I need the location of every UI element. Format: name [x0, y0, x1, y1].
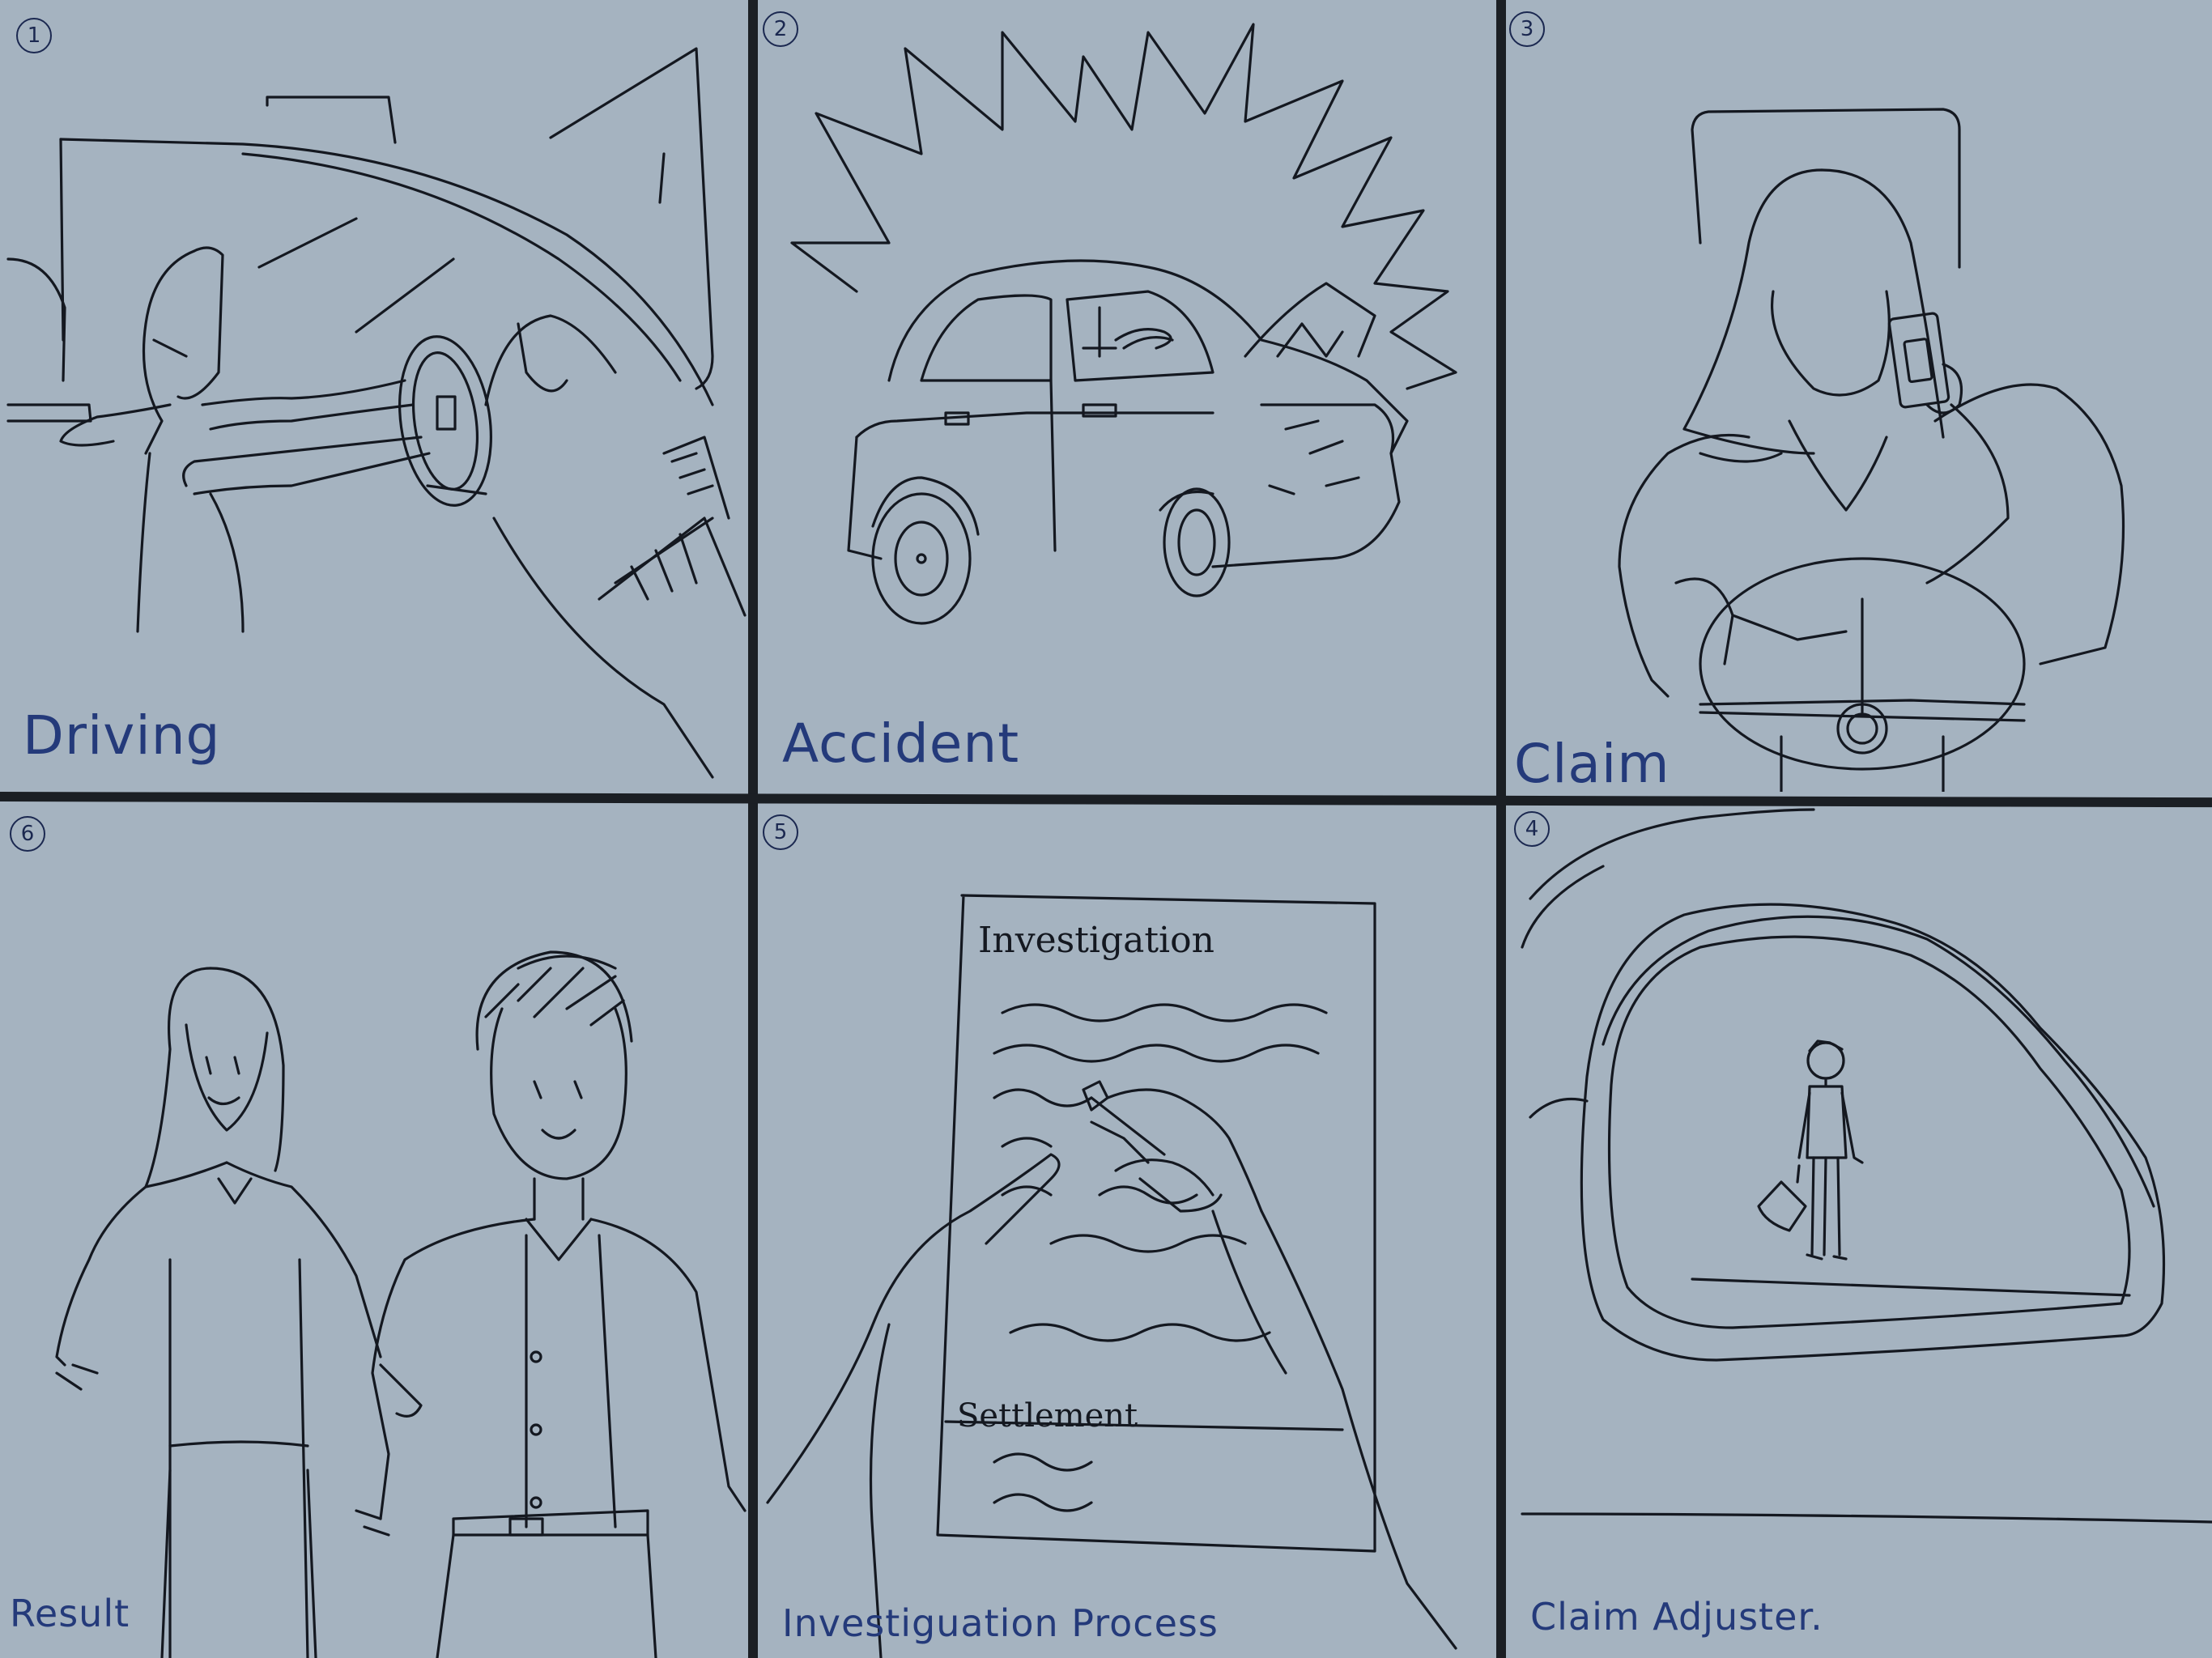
- panel-claim: 3 Claim: [1506, 0, 2212, 792]
- panel-driving: 1 Driving: [0, 0, 747, 797]
- panel-number: 2: [763, 11, 798, 47]
- divider-horizontal: [0, 792, 2212, 808]
- panel-caption: Driving: [23, 704, 221, 767]
- driving-sketch: [6, 47, 747, 779]
- panel-investigation: Investigation Settlement 5 Investiguatio…: [759, 806, 1495, 1658]
- panel-caption: Investiguation Process: [782, 1601, 1219, 1645]
- divider-vertical-left: [748, 0, 758, 1658]
- panel-caption: Claim Adjuster.: [1530, 1595, 1823, 1639]
- panel-number: 3: [1509, 11, 1545, 47]
- panel-caption: Claim: [1514, 733, 1670, 792]
- panel-accident: 2 Accident: [759, 0, 1495, 797]
- panel-number: 4: [1514, 811, 1550, 847]
- panel-result: 6 Result: [0, 806, 747, 1658]
- divider-vertical-right: [1496, 0, 1506, 1658]
- panel-caption: Result: [10, 1592, 130, 1635]
- panel-number: 1: [16, 18, 52, 53]
- document-section: Settlement: [957, 1397, 1138, 1435]
- claim-sketch: [1618, 108, 2125, 792]
- claim-adjuster-sketch: [1521, 808, 2212, 1524]
- panel-number: 5: [763, 814, 798, 850]
- storyboard: 1 Driving 2 Accident 3 Claim 6 Result In…: [0, 0, 2212, 1658]
- result-sketch: [55, 950, 747, 1658]
- accident-sketch: [790, 23, 1457, 625]
- panel-number: 6: [10, 816, 45, 852]
- panel-claim-adjuster: 4 Claim Adjuster.: [1506, 801, 2212, 1658]
- panel-caption: Accident: [782, 712, 1020, 775]
- document-heading: Investigation: [978, 920, 1214, 961]
